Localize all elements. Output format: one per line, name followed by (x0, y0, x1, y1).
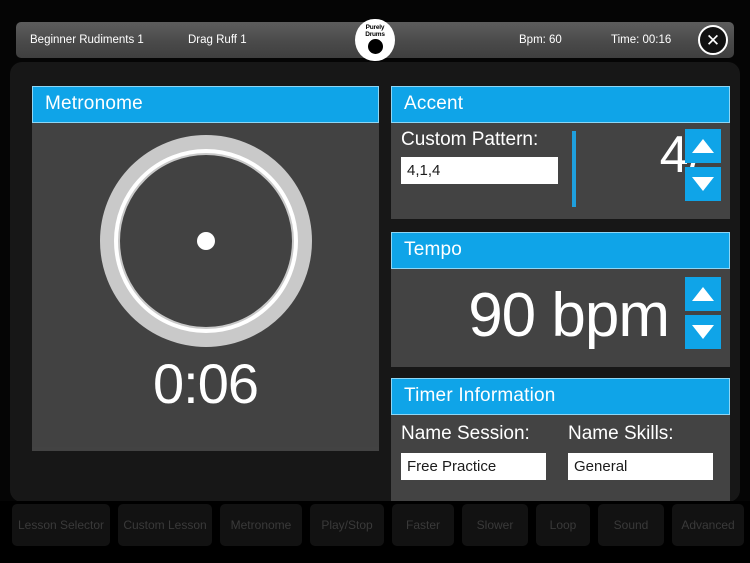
metronome-center-dot (196, 232, 215, 250)
custom-pattern-label: Custom Pattern: (401, 129, 539, 150)
name-skills-label: Name Skills: (568, 423, 674, 444)
chevron-up-icon (692, 287, 714, 301)
metronome-elapsed-time: 0:06 (153, 352, 259, 415)
close-icon[interactable]: ✕ (698, 25, 728, 55)
header-bpm-readout: Bpm: 60 (519, 34, 562, 46)
custom-pattern-input[interactable] (401, 157, 558, 184)
nav-item-lesson-selector[interactable]: Lesson Selector (12, 504, 110, 546)
name-session-input[interactable] (401, 453, 546, 480)
bottom-navigation-bar: Lesson Selector Custom Lesson Metronome … (0, 501, 750, 563)
accent-divider (572, 131, 576, 207)
tempo-panel-title: Tempo (391, 232, 730, 269)
app-root: Beginner Rudiments 1 Drag Ruff 1 Purely … (0, 0, 750, 563)
nav-item-metronome[interactable]: Metronome (220, 504, 302, 546)
timer-information-panel-title: Timer Information (391, 378, 730, 415)
accent-stepper (685, 129, 721, 201)
header-lesson-category: Beginner Rudiments 1 (30, 34, 144, 46)
nav-item-loop[interactable]: Loop (536, 504, 590, 546)
tempo-decrease-button[interactable] (685, 315, 721, 349)
nav-item-sound[interactable]: Sound (598, 504, 664, 546)
tempo-panel-body: 90 bpm (391, 269, 730, 363)
metronome-panel-body: 0:06 (32, 123, 379, 447)
nav-item-custom-lesson[interactable]: Custom Lesson (118, 504, 212, 546)
main-stage: Metronome 0:06 Accent Custom Pattern: 4/ (10, 62, 740, 558)
accent-pattern-group: Custom Pattern: (391, 123, 559, 184)
purely-drums-logo-icon: Purely Drums (355, 19, 395, 61)
logo-line-1: Purely (365, 24, 385, 31)
tempo-increase-button[interactable] (685, 277, 721, 311)
metronome-panel-title: Metronome (32, 86, 379, 123)
accent-decrease-button[interactable] (685, 167, 721, 201)
nav-item-play-stop[interactable]: Play/Stop (310, 504, 384, 546)
header-rudiment-name: Drag Ruff 1 (188, 34, 247, 46)
chevron-down-icon (692, 177, 714, 191)
tempo-panel: Tempo 90 bpm (391, 232, 730, 367)
logo-line-2: Drums (365, 31, 385, 38)
header-time-readout: Time: 00:16 (611, 34, 672, 46)
top-header-bar: Beginner Rudiments 1 Drag Ruff 1 Purely … (16, 19, 734, 61)
chevron-up-icon (692, 139, 714, 153)
logo-dot-shape (367, 39, 383, 54)
nav-item-faster[interactable]: Faster (392, 504, 454, 546)
name-skills-input[interactable] (568, 453, 713, 480)
tempo-value: 90 bpm (468, 281, 670, 350)
accent-panel-body: Custom Pattern: 4/ (391, 123, 730, 215)
nav-item-slower[interactable]: Slower (462, 504, 528, 546)
name-session-label: Name Session: (401, 423, 530, 444)
chevron-down-icon (692, 325, 714, 339)
accent-increase-button[interactable] (685, 129, 721, 163)
nav-item-advanced[interactable]: Advanced (672, 504, 744, 546)
accent-panel: Accent Custom Pattern: 4/ (391, 86, 730, 219)
tempo-stepper (685, 277, 721, 349)
header-close-glyph: ✕ (705, 30, 721, 50)
accent-panel-title: Accent (391, 86, 730, 123)
metronome-panel: Metronome 0:06 (32, 86, 379, 451)
